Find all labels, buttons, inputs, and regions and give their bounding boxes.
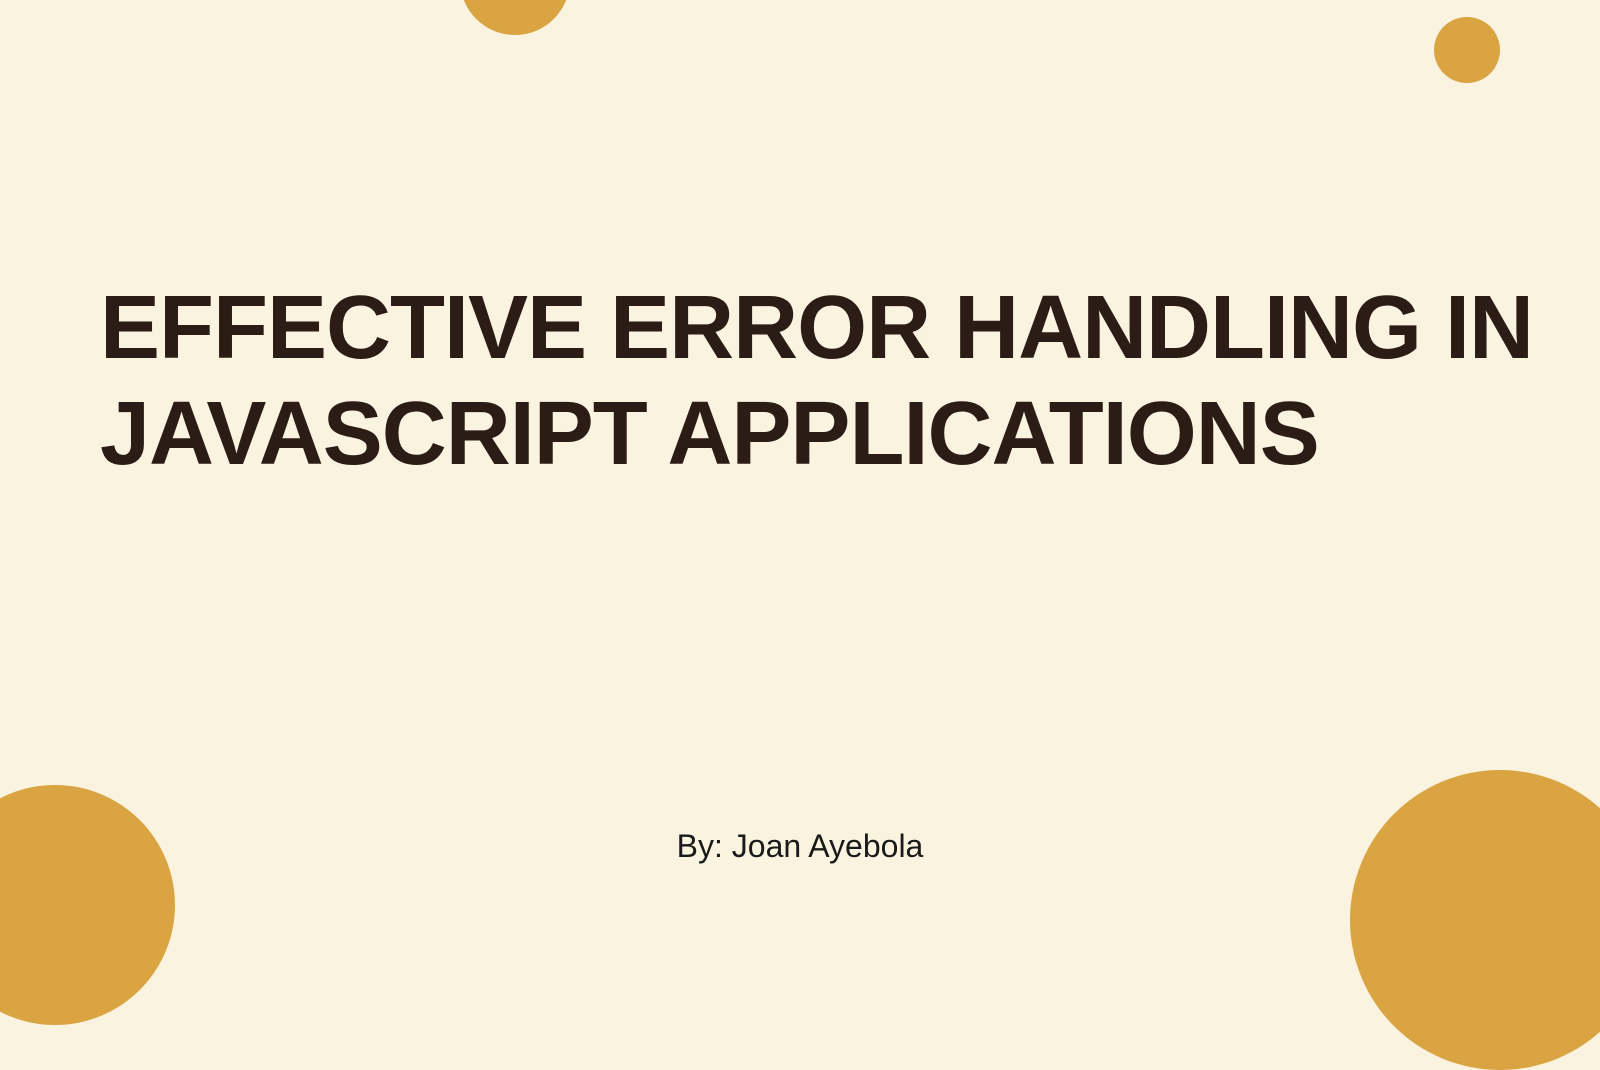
decorative-circle-top-right bbox=[1434, 17, 1500, 83]
decorative-circle-bottom-right bbox=[1350, 770, 1600, 1070]
slide-title: EFFECTIVE ERROR HANDLING IN JAVASCRIPT A… bbox=[100, 275, 1600, 487]
slide-byline: By: Joan Ayebola bbox=[677, 828, 924, 865]
decorative-circle-top bbox=[460, 0, 570, 35]
decorative-circle-bottom-left bbox=[0, 785, 175, 1025]
